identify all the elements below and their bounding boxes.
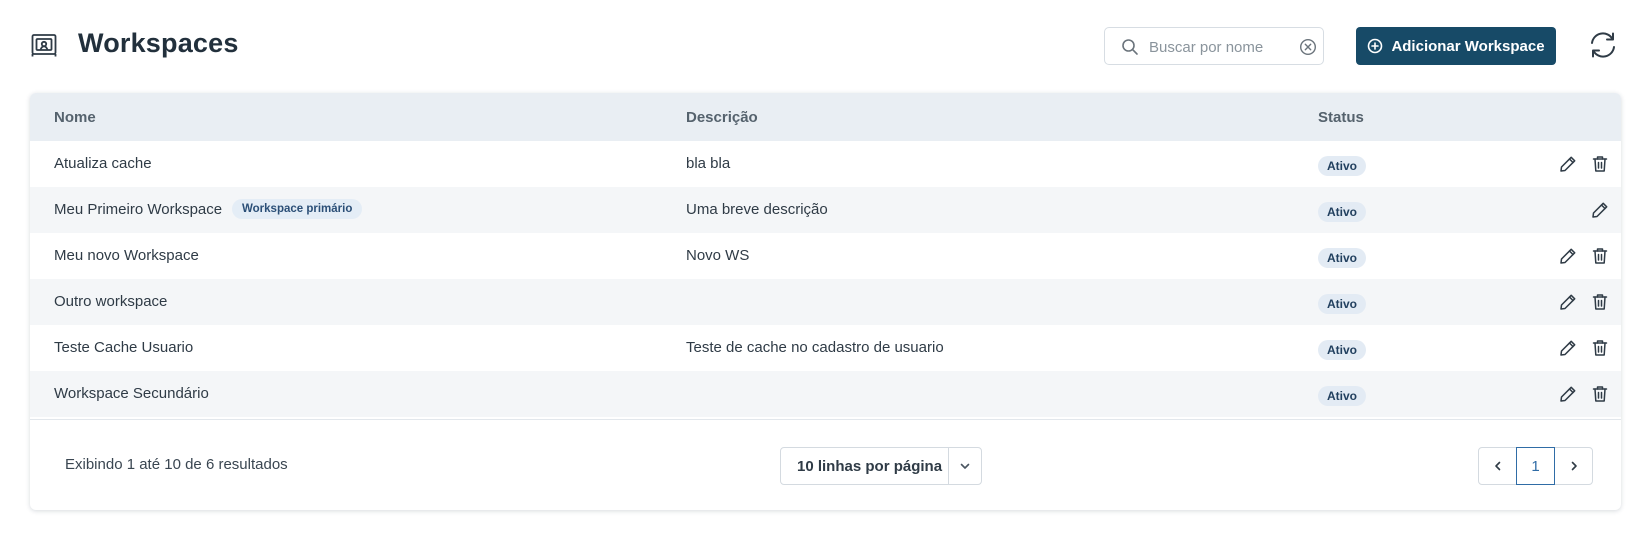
delete-icon[interactable] <box>1590 246 1610 266</box>
select-divider <box>948 448 949 484</box>
page-1-button[interactable]: 1 <box>1516 447 1555 485</box>
search-icon <box>1122 39 1138 55</box>
delete-icon[interactable] <box>1590 154 1610 174</box>
column-header-status[interactable]: Status <box>1318 109 1364 126</box>
page-header: Workspaces Adicionar Workspace <box>0 0 1648 92</box>
workspaces-table-card: Nome Descrição Status Atualiza cache bla … <box>30 93 1621 510</box>
previous-page-button[interactable] <box>1478 447 1517 485</box>
edit-icon[interactable] <box>1558 338 1578 358</box>
table-row[interactable]: Outro workspace Ativo <box>30 279 1621 325</box>
add-workspace-label: Adicionar Workspace <box>1391 37 1545 55</box>
page-title: Workspaces <box>78 28 239 58</box>
rows-per-page-select[interactable]: 10 linhas por página <box>780 447 982 485</box>
status-badge: Ativo <box>1318 156 1366 176</box>
clear-search-icon[interactable] <box>1299 38 1317 56</box>
rows-per-page-label: 10 linhas por página <box>797 458 943 475</box>
table-row[interactable]: Meu Primeiro Workspace Workspace primário… <box>30 187 1621 233</box>
results-summary: Exibindo 1 até 10 de 6 resultados <box>65 456 288 473</box>
column-header-descricao[interactable]: Descrição <box>686 109 758 126</box>
workspace-name: Teste Cache Usuario <box>54 339 194 356</box>
table-footer: Exibindo 1 até 10 de 6 resultados 10 lin… <box>30 419 1621 510</box>
workspace-name: Outro workspace <box>54 293 168 310</box>
add-workspace-button[interactable]: Adicionar Workspace <box>1356 27 1556 65</box>
table-row[interactable]: Meu novo Workspace Novo WS Ativo <box>30 233 1621 279</box>
edit-icon[interactable] <box>1558 292 1578 312</box>
workspace-name: Atualiza cache <box>54 155 152 172</box>
table-row[interactable]: Teste Cache Usuario Teste de cache no cad… <box>30 325 1621 371</box>
delete-icon[interactable] <box>1590 384 1610 404</box>
primary-workspace-badge: Workspace primário <box>232 199 363 219</box>
column-header-nome[interactable]: Nome <box>54 109 96 126</box>
status-badge: Ativo <box>1318 202 1366 222</box>
status-badge: Ativo <box>1318 386 1366 406</box>
chevron-left-icon <box>1494 461 1500 471</box>
workspace-description: Novo WS <box>686 247 750 264</box>
workspace-description: Uma breve descrição <box>686 201 828 218</box>
status-badge: Ativo <box>1318 248 1366 268</box>
workspace-icon <box>31 34 57 57</box>
search-input[interactable] <box>1149 36 1289 58</box>
delete-icon[interactable] <box>1590 292 1610 312</box>
edit-icon[interactable] <box>1558 384 1578 404</box>
workspace-description: bla bla <box>686 155 731 172</box>
workspace-name: Meu novo Workspace <box>54 247 199 264</box>
chevron-right-icon <box>1571 461 1577 471</box>
table-row[interactable]: Workspace Secundário Ativo <box>30 371 1621 417</box>
plus-circle-icon <box>1368 38 1383 54</box>
edit-icon[interactable] <box>1558 154 1578 174</box>
table-row[interactable]: Atualiza cache bla bla Ativo <box>30 141 1621 187</box>
edit-icon[interactable] <box>1558 246 1578 266</box>
chevron-down-icon <box>960 463 970 469</box>
table-header: Nome Descrição Status <box>30 93 1621 141</box>
pagination: 1 <box>1478 447 1593 485</box>
edit-icon[interactable] <box>1590 200 1610 220</box>
status-badge: Ativo <box>1318 294 1366 314</box>
workspace-name: Workspace Secundário <box>54 385 209 402</box>
delete-icon[interactable] <box>1590 338 1610 358</box>
refresh-icon[interactable] <box>1588 30 1618 60</box>
workspace-description: Teste de cache no cadastro de usuario <box>686 339 944 356</box>
workspace-name: Meu Primeiro Workspace <box>54 201 223 218</box>
status-badge: Ativo <box>1318 340 1366 360</box>
next-page-button[interactable] <box>1554 447 1593 485</box>
search-box[interactable] <box>1104 27 1324 65</box>
